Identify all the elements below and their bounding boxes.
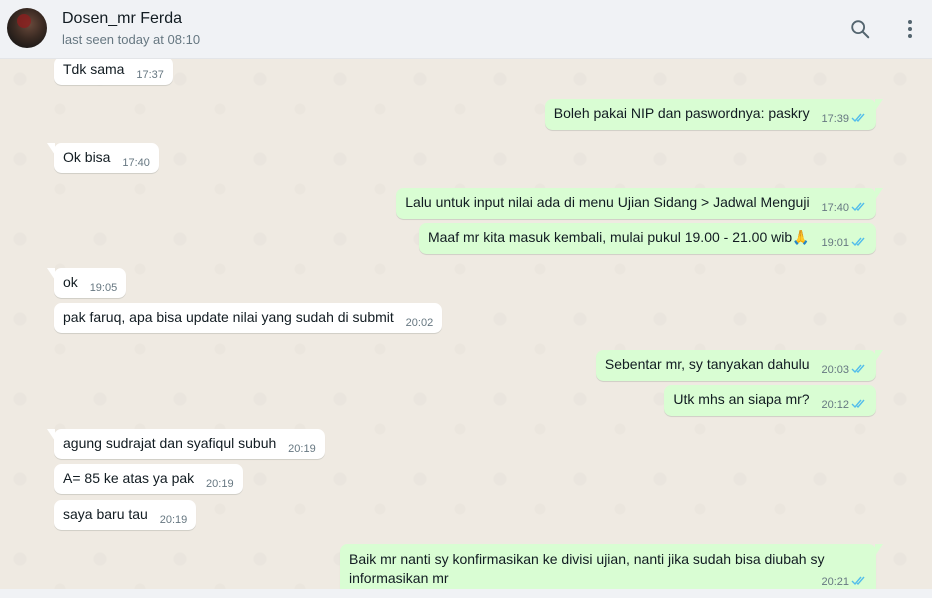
message-text: Sebentar mr, sy tanyakan dahulu xyxy=(604,356,810,372)
message-text: agung sudrajat dan syafiqul subuh xyxy=(63,435,277,451)
message-bubble[interactable]: saya baru tau 20:19 xyxy=(54,500,197,530)
message-bubble[interactable]: Boleh pakai NIP dan paswordnya: paskry 1… xyxy=(544,99,884,130)
message-text: Maaf mr kita masuk kembali, mulai pukul … xyxy=(427,229,810,245)
message-time: 19:01 xyxy=(821,236,867,250)
last-seen-status: last seen today at 08:10 xyxy=(62,32,201,47)
time-label: 20:03 xyxy=(821,364,849,376)
message-bubble[interactable]: Tdk sama 17:37 xyxy=(54,59,173,85)
read-ticks-icon xyxy=(851,363,867,377)
time-label: 19:01 xyxy=(821,237,849,249)
message-list[interactable]: Tdk sama 17:37 Boleh pakai NIP dan paswo… xyxy=(0,59,932,589)
time-label: 17:39 xyxy=(821,113,849,125)
message-text: Boleh pakai NIP dan paswordnya: paskry xyxy=(553,105,810,121)
message-time: 17:40 xyxy=(821,201,867,215)
message-text: A= 85 ke atas ya pak xyxy=(63,470,195,486)
message-time: 20:19 xyxy=(288,443,316,455)
message-time: 20:21 xyxy=(821,573,867,589)
message-bubble[interactable]: Lalu untuk input nilai ada di menu Ujian… xyxy=(396,188,883,219)
message-text: Ok bisa xyxy=(63,149,111,165)
message-text: ok xyxy=(63,274,78,290)
message-time: 20:03 xyxy=(821,363,867,377)
contact-name[interactable]: Dosen_mr Ferda xyxy=(62,10,182,28)
message-text: Tdk sama xyxy=(63,61,125,77)
message-text: Utk mhs an siapa mr? xyxy=(673,391,810,407)
message-time: 20:12 xyxy=(821,398,867,412)
time-label: 20:12 xyxy=(821,399,849,411)
read-ticks-icon xyxy=(851,236,867,250)
message-bubble[interactable]: Ok bisa 17:40 xyxy=(47,143,159,173)
message-text: Baik mr nanti sy konfirmasikan ke divisi… xyxy=(349,551,825,586)
read-ticks-icon xyxy=(851,112,867,126)
message-text: Lalu untuk input nilai ada di menu Ujian… xyxy=(405,194,810,210)
time-label: 20:21 xyxy=(821,576,849,588)
read-ticks-icon xyxy=(851,398,867,412)
message-time: 19:05 xyxy=(89,282,118,294)
message-time: 20:02 xyxy=(405,317,434,329)
message-text: saya baru tau xyxy=(63,506,148,522)
search-icon[interactable] xyxy=(847,16,873,42)
read-ticks-icon xyxy=(851,574,867,589)
contact-avatar[interactable] xyxy=(7,8,47,48)
menu-icon[interactable] xyxy=(897,16,923,42)
message-bubble[interactable]: agung sudrajat dan syafiqul subuh 20:19 xyxy=(47,429,325,459)
composer-strip xyxy=(0,589,932,598)
message-time: 20:19 xyxy=(206,478,234,490)
message-bubble[interactable]: Baik mr nanti sy konfirmasikan ke divisi… xyxy=(340,544,883,589)
message-time: 20:19 xyxy=(159,514,188,526)
read-ticks-icon xyxy=(851,201,867,215)
message-bubble[interactable]: Sebentar mr, sy tanyakan dahulu 20:03 xyxy=(595,350,884,381)
message-time: 17:40 xyxy=(122,157,150,169)
message-time: 17:37 xyxy=(136,69,164,81)
time-label: 17:40 xyxy=(821,202,849,214)
message-bubble[interactable]: Maaf mr kita masuk kembali, mulai pukul … xyxy=(418,223,876,254)
message-bubble[interactable]: ok 19:05 xyxy=(46,268,127,298)
message-time: 17:39 xyxy=(821,112,867,126)
message-text: pak faruq, apa bisa update nilai yang su… xyxy=(63,309,394,325)
message-bubble[interactable]: A= 85 ke atas ya pak 20:19 xyxy=(54,464,243,494)
chat-header: Dosen_mr Ferda last seen today at 08:10 xyxy=(0,0,932,59)
message-bubble[interactable]: Utk mhs an siapa mr? 20:12 xyxy=(664,385,876,416)
message-bubble[interactable]: pak faruq, apa bisa update nilai yang su… xyxy=(54,303,443,333)
